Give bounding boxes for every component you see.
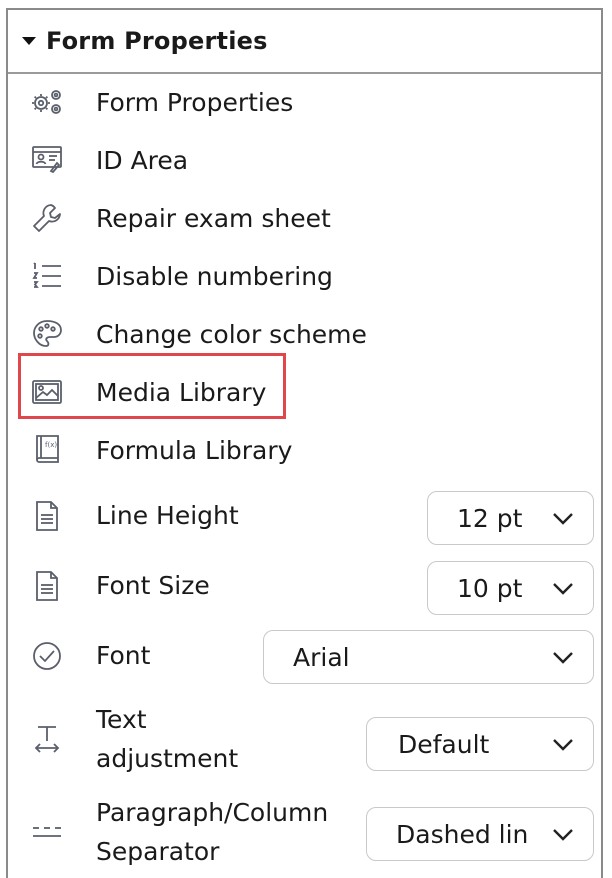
property-row-font-size: Font Size 10 pt xyxy=(8,557,601,617)
font-select[interactable]: Arial xyxy=(263,630,594,684)
panel-header[interactable]: Form Properties xyxy=(8,10,601,74)
wrench-icon xyxy=(28,199,66,237)
font-size-select[interactable]: 10 pt xyxy=(427,561,594,615)
formula-book-icon: f(x) xyxy=(28,431,66,469)
chevron-down-icon xyxy=(553,829,573,841)
paragraph-separator-select[interactable]: Dashed lin xyxy=(366,807,594,861)
chevron-down-icon xyxy=(553,513,573,525)
menu-item-media-library[interactable]: Media Library xyxy=(8,367,601,417)
property-row-font: Font Arial xyxy=(8,627,601,687)
text-adjustment-select[interactable]: Default xyxy=(366,717,594,771)
dashed-line-icon xyxy=(28,814,66,852)
panel-title: Form Properties xyxy=(46,27,268,55)
menu-item-label: Media Library xyxy=(96,377,267,407)
select-value: 10 pt xyxy=(457,573,523,603)
menu-item-repair-exam-sheet[interactable]: Repair exam sheet xyxy=(8,193,601,243)
menu-item-label: ID Area xyxy=(96,145,189,175)
check-circle-icon xyxy=(28,637,66,675)
menu-item-change-color-scheme[interactable]: Change color scheme xyxy=(8,309,601,359)
gears-icon xyxy=(28,83,66,121)
palette-icon xyxy=(28,315,66,353)
menu-item-disable-numbering[interactable]: Disable numbering xyxy=(8,251,601,301)
text-adjustment-label-line1: Text xyxy=(96,705,147,734)
paragraph-separator-label-line2: Separator xyxy=(96,837,220,866)
property-row-text-adjustment: Text adjustment Default xyxy=(8,700,601,780)
image-icon xyxy=(28,373,66,411)
document-icon xyxy=(28,567,66,605)
chevron-down-icon xyxy=(553,652,573,664)
line-height-select[interactable]: 12 pt xyxy=(427,491,594,545)
numbered-list-icon xyxy=(28,257,66,295)
menu-item-label: Change color scheme xyxy=(96,319,367,349)
form-properties-panel: Form Properties Form Properties ID Area … xyxy=(6,8,603,878)
chevron-down-icon xyxy=(553,739,573,751)
document-icon xyxy=(28,497,66,535)
select-value: Arial xyxy=(293,642,350,672)
id-card-icon xyxy=(28,141,66,179)
collapse-caret-icon[interactable] xyxy=(22,37,36,45)
menu-item-id-area[interactable]: ID Area xyxy=(8,135,601,185)
select-value: Default xyxy=(398,729,490,759)
text-adjust-icon xyxy=(28,720,66,758)
font-size-label: Font Size xyxy=(96,571,210,600)
select-value: Dashed lin xyxy=(396,819,529,849)
menu-item-form-properties[interactable]: Form Properties xyxy=(8,77,601,127)
property-row-line-height: Line Height 12 pt xyxy=(8,487,601,547)
font-label: Font xyxy=(96,641,151,670)
menu-item-label: Repair exam sheet xyxy=(96,203,331,233)
chevron-down-icon xyxy=(553,583,573,595)
select-value: 12 pt xyxy=(457,503,523,533)
text-adjustment-label-line2: adjustment xyxy=(96,744,239,773)
menu-item-label: Form Properties xyxy=(96,87,294,117)
menu-item-label: Disable numbering xyxy=(96,261,333,291)
menu-item-label: Formula Library xyxy=(96,435,293,465)
paragraph-separator-label-line1: Paragraph/Column xyxy=(96,798,329,827)
menu-item-formula-library[interactable]: f(x) Formula Library xyxy=(8,425,601,475)
line-height-label: Line Height xyxy=(96,501,239,530)
property-row-paragraph-separator: Paragraph/Column Separator Dashed lin xyxy=(8,793,601,873)
svg-text:f(x): f(x) xyxy=(45,441,57,449)
